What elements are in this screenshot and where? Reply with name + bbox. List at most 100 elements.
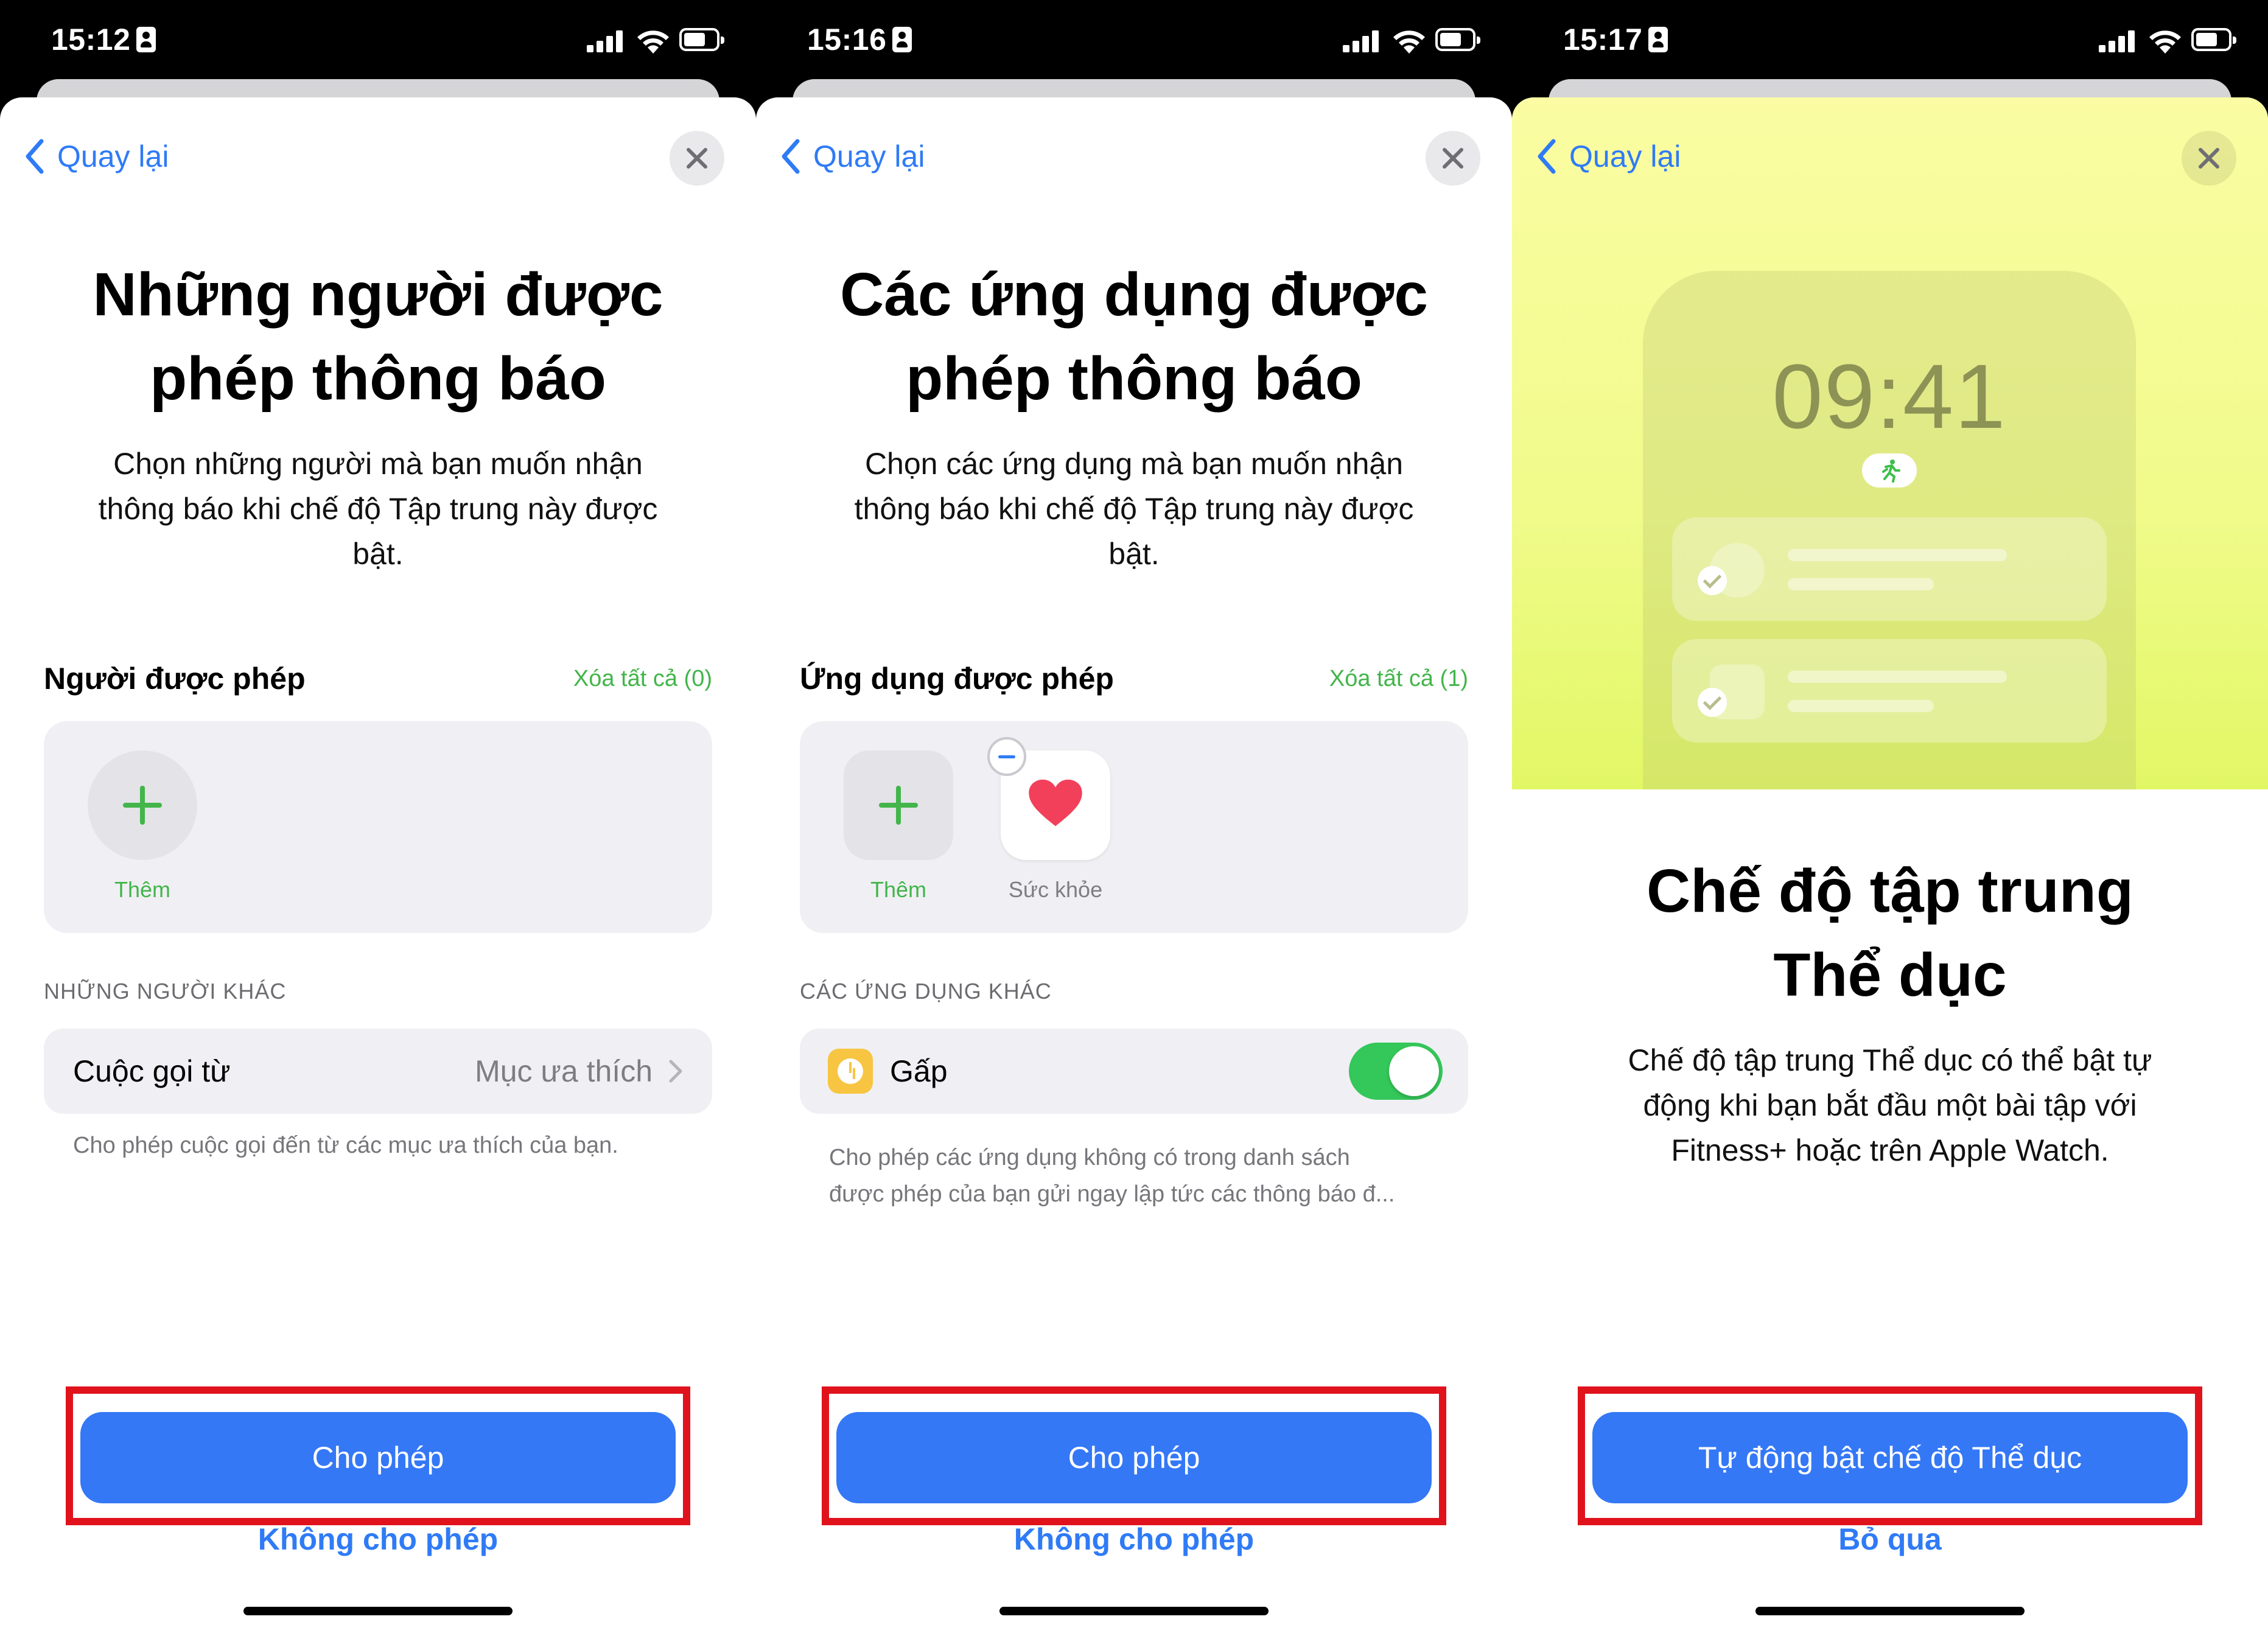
preview-notification (1672, 639, 2107, 743)
status-time: 15:16 (807, 22, 912, 57)
app-label: Sức khỏe (1008, 877, 1103, 902)
remove-icon[interactable] (987, 737, 1026, 776)
back-button[interactable]: Quay lại (1536, 135, 1681, 178)
close-button[interactable] (2182, 131, 2236, 186)
highlight-box (1578, 1386, 2202, 1525)
home-indicator (999, 1607, 1269, 1615)
row-footnote: Cho phép các ứng dụng không có trong dan… (829, 1139, 1468, 1212)
battery-icon (1435, 28, 1480, 51)
id-card-icon (136, 27, 156, 52)
add-person-tile[interactable]: Thêm (88, 750, 197, 903)
close-icon (687, 148, 707, 169)
placeholder-line (1788, 700, 1934, 712)
clear-all-button[interactable]: Xóa tất cả (1) (1329, 666, 1468, 692)
close-button[interactable] (670, 131, 724, 186)
title-line: Chế độ tập trung (1647, 857, 2133, 925)
screenshot-collage: 15:12 Quay lại Những người được phép thô… (0, 0, 2268, 1636)
add-label: Thêm (870, 877, 927, 902)
page-title: Những người được phép thông báo (24, 253, 732, 421)
fitness-focus-pill (1862, 453, 1917, 488)
section-caption: NHỮNG NGƯỜI KHÁC (44, 979, 287, 1004)
chevron-left-icon (782, 139, 800, 174)
allowed-people-box: Thêm (44, 721, 712, 933)
cellular-signal-icon (1343, 30, 1379, 52)
placeholder-line (1788, 578, 1934, 590)
back-label: Quay lại (57, 139, 169, 173)
focus-sheet: 09:41 Quay lại Chế độ tập trung Thể dục … (1512, 97, 2268, 1636)
nav-bar: Quay lại (0, 122, 756, 189)
cellular-signal-icon (587, 30, 623, 52)
title-line: Các ứng dụng được (840, 260, 1428, 329)
description-line: Chọn những người mà bạn muốn nhận (113, 447, 643, 481)
close-icon (1443, 148, 1463, 169)
back-label: Quay lại (1569, 139, 1681, 173)
title-line: Thể dục (1773, 941, 2007, 1009)
section-caption: CÁC ỨNG DỤNG KHÁC (800, 979, 1052, 1004)
battery-icon (2191, 28, 2236, 51)
page-description: Chọn các ứng dụng mà bạn muốn nhận thông… (823, 441, 1445, 576)
add-avatar (88, 750, 197, 860)
focus-sheet: Quay lại Những người được phép thông báo… (0, 97, 756, 1636)
page-title: Các ứng dụng được phép thông báo (780, 253, 1488, 421)
battery-icon (679, 28, 724, 51)
clock-icon (828, 1049, 873, 1094)
urgent-row: Gấp (800, 1029, 1468, 1114)
id-card-icon (1648, 27, 1668, 52)
id-card-icon (892, 27, 912, 52)
back-button[interactable]: Quay lại (780, 135, 925, 178)
plus-icon (879, 786, 918, 825)
description-line: Chọn các ứng dụng mà bạn muốn nhận (864, 447, 1404, 481)
preview-notification (1672, 517, 2107, 621)
running-figure-icon (1882, 460, 1900, 483)
back-label: Quay lại (813, 139, 925, 173)
description-line: thông báo khi chế độ Tập trung này được (854, 492, 1414, 526)
page-title: Chế độ tập trung Thể dục (1536, 849, 2244, 1017)
description-line: Chế độ tập trung Thể dục có thể bật tự (1628, 1043, 2152, 1077)
wifi-icon (2149, 30, 2181, 54)
close-button[interactable] (1426, 131, 1480, 186)
status-bar: 15:16 (756, 0, 1512, 82)
row-label: Cuộc gọi từ (73, 1054, 231, 1088)
page-description: Chế độ tập trung Thể dục có thể bật tự đ… (1567, 1038, 2213, 1173)
back-button[interactable]: Quay lại (24, 135, 169, 178)
nav-bar: Quay lại (756, 122, 1512, 189)
description-line: Fitness+ hoặc trên Apple Watch. (1671, 1133, 2109, 1167)
row-value: Mục ưa thích (475, 1054, 653, 1088)
add-app-square (844, 750, 953, 860)
description-line: bật. (352, 537, 404, 571)
home-indicator (243, 1607, 513, 1615)
footnote-line: Cho phép các ứng dụng không có trong dan… (829, 1145, 1350, 1170)
focus-sheet: Quay lại Các ứng dụng được phép thông bá… (756, 97, 1512, 1636)
add-app-tile[interactable]: Thêm (844, 750, 953, 903)
wifi-icon (637, 30, 669, 54)
status-time: 15:17 (1563, 22, 1668, 57)
health-app-tile[interactable]: Sức khỏe (987, 737, 1110, 903)
dont-allow-button[interactable]: Không cho phép (0, 1522, 756, 1557)
cellular-signal-icon (2099, 30, 2135, 52)
description-line: thông báo khi chế độ Tập trung này được (98, 492, 658, 526)
description-line: bật. (1108, 537, 1160, 571)
clear-all-button[interactable]: Xóa tất cả (0) (573, 666, 712, 692)
home-indicator (1755, 1607, 2025, 1615)
dont-allow-button[interactable]: Không cho phép (756, 1522, 1512, 1557)
chevron-right-icon (669, 1060, 682, 1083)
status-bar: 15:12 (0, 0, 756, 82)
preview-time: 09:41 (1772, 345, 2007, 447)
lock-screen-preview: 09:41 (1643, 271, 2136, 789)
checkmark-icon (1698, 688, 1727, 717)
footnote-line: được phép của bạn gửi ngay lập tức các t… (829, 1181, 1395, 1207)
phone-screen-fitness: 15:17 09:41 Quay lại Chế độ tập trung Th… (1512, 0, 2268, 1636)
health-app-icon (987, 737, 1110, 860)
placeholder-line (1788, 549, 2007, 561)
add-label: Thêm (114, 877, 171, 902)
urgent-toggle[interactable] (1349, 1043, 1443, 1100)
allowed-apps-header: Ứng dụng được phép Xóa tất cả (1) (800, 657, 1468, 700)
plus-icon (123, 786, 162, 825)
title-line: Những người được (93, 260, 663, 329)
skip-button[interactable]: Bỏ qua (1512, 1522, 2268, 1557)
highlight-box (66, 1386, 690, 1525)
section-heading: Ứng dụng được phép (800, 662, 1114, 696)
close-icon (2199, 148, 2219, 169)
description-line: động khi bạn bắt đầu một bài tập với (1643, 1088, 2137, 1122)
calls-from-row[interactable]: Cuộc gọi từ Mục ưa thích (44, 1029, 712, 1114)
